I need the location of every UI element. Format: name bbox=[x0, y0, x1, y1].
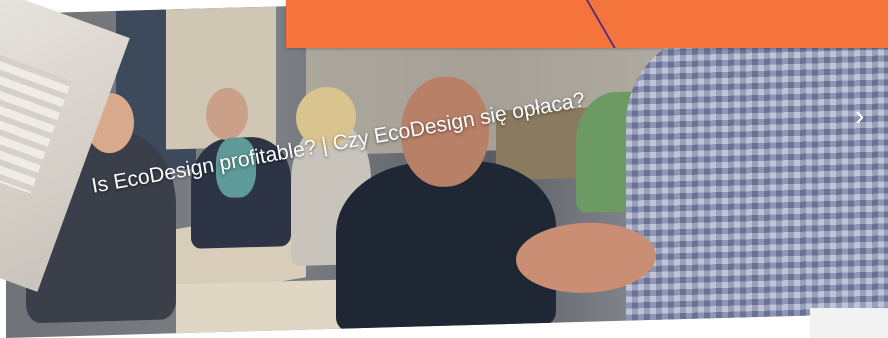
next-arrow-icon[interactable]: › bbox=[855, 100, 888, 140]
foreground-shirt bbox=[626, 29, 888, 327]
card-document-lines bbox=[0, 43, 72, 194]
video-thumbnail-area[interactable]: Is EcoDesign profitable? | Czy EcoDesign… bbox=[0, 0, 888, 338]
orange-banner bbox=[286, 0, 888, 48]
bottom-right-strip bbox=[810, 308, 888, 338]
banner-accent-line bbox=[586, 0, 656, 48]
photo-table-center bbox=[176, 279, 346, 338]
